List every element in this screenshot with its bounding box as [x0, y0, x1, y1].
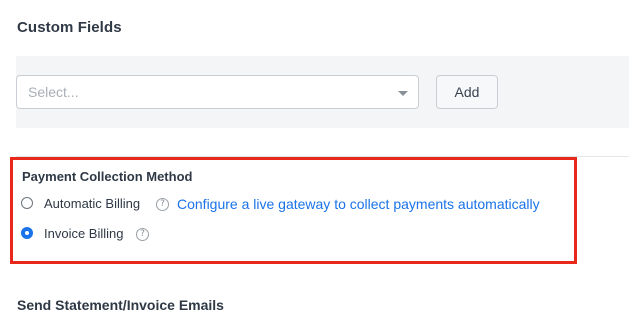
- help-icon[interactable]: ?: [156, 198, 169, 211]
- automatic-billing-label[interactable]: Automatic Billing: [44, 196, 140, 211]
- help-icon[interactable]: ?: [136, 228, 149, 241]
- custom-fields-title: Custom Fields: [17, 19, 122, 36]
- invoice-billing-radio[interactable]: [21, 227, 33, 239]
- invoice-billing-label[interactable]: Invoice Billing: [44, 226, 124, 241]
- configure-gateway-link[interactable]: Configure a live gateway to collect paym…: [177, 196, 540, 212]
- payment-method-title: Payment Collection Method: [22, 169, 193, 184]
- custom-field-select[interactable]: Select...: [16, 75, 419, 109]
- send-statement-title: Send Statement/Invoice Emails: [17, 297, 224, 313]
- automatic-billing-radio[interactable]: [21, 197, 33, 209]
- select-placeholder: Select...: [28, 84, 79, 100]
- chevron-down-icon: [398, 91, 408, 96]
- add-button[interactable]: Add: [436, 75, 498, 109]
